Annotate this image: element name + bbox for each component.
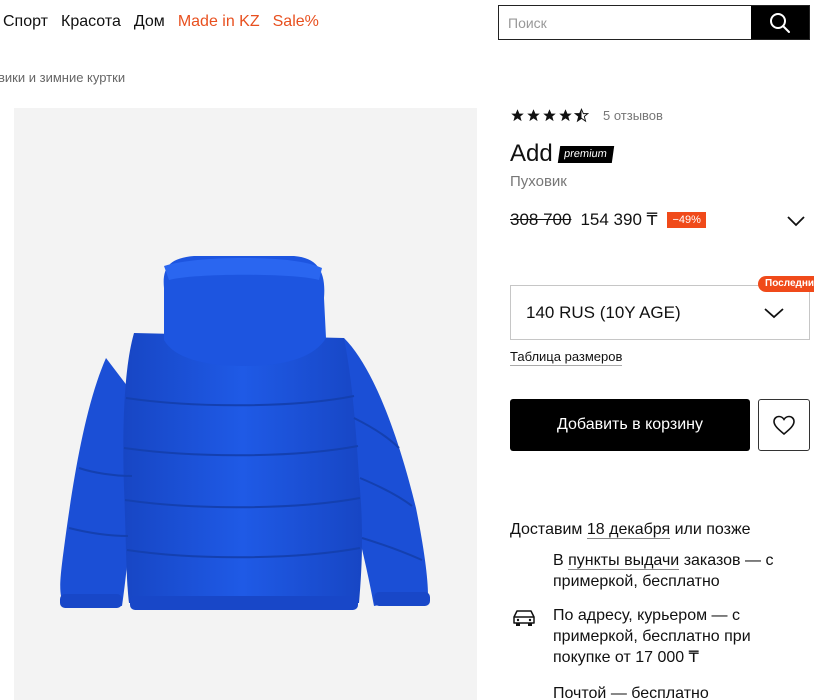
star-half-icon	[574, 108, 589, 123]
old-price: 308 700	[510, 210, 572, 229]
size-table-link[interactable]: Таблица размеров	[510, 349, 623, 366]
heart-icon	[773, 415, 795, 436]
reviews-count[interactable]: 5 отзывов	[603, 108, 663, 123]
search-icon	[770, 12, 790, 33]
delivery-prefix: Доставим	[510, 521, 583, 538]
brand-name[interactable]: Add	[510, 140, 553, 168]
nav-item-sport[interactable]: Спорт	[3, 13, 48, 31]
delivery-option-post: Почтой — бесплатно	[553, 685, 709, 700]
favorite-button[interactable]	[758, 399, 810, 451]
delivery-option-courier: По адресу, курьером — с примеркой, беспл…	[553, 607, 751, 666]
size-select-value: 140 RUS (10Y AGE)	[526, 302, 681, 322]
current-price: 154 390 ₸	[580, 210, 658, 229]
size-select[interactable]: 140 RUS (10Y AGE)	[510, 285, 810, 340]
nav-item-home[interactable]: Дом	[134, 13, 165, 31]
nav-item-made-in-kz[interactable]: Made in KZ	[178, 13, 260, 31]
price-details-toggle[interactable]	[786, 214, 806, 233]
product-image[interactable]	[14, 108, 477, 700]
product-rating[interactable]: 5 отзывов	[510, 108, 663, 123]
pickup-prefix: В	[553, 552, 564, 569]
search-input[interactable]	[499, 6, 751, 39]
pickup-points-link[interactable]: пункты выдачи	[568, 552, 680, 570]
star-icon	[527, 109, 540, 122]
product-type: Пуховик	[510, 173, 567, 190]
delivery-option-pickup: В пункты выдачи заказов — с примеркой, б…	[553, 550, 803, 592]
search-bar	[498, 5, 810, 40]
star-icon	[543, 109, 556, 122]
delivery-date: Доставим 18 декабря или позже	[510, 521, 751, 539]
delivery-date-link[interactable]: 18 декабря	[586, 521, 671, 539]
add-to-cart-button[interactable]: Добавить в корзину	[510, 399, 750, 451]
top-nav: Спорт Красота Дом Made in KZ Sale%	[0, 0, 319, 44]
discount-badge: −49%	[667, 212, 706, 228]
car-icon	[513, 610, 535, 626]
star-icon	[559, 109, 572, 122]
breadcrumb[interactable]: вики и зимние куртки	[0, 70, 125, 85]
price-row: 308 700 154 390 ₸ −49%	[510, 210, 706, 230]
brand-row: Add premium	[510, 140, 614, 168]
search-button[interactable]	[751, 6, 809, 39]
chevron-down-icon	[787, 216, 805, 227]
nav-item-sale[interactable]: Sale%	[273, 13, 319, 31]
rating-stars	[510, 108, 589, 123]
delivery-suffix: или позже	[674, 521, 751, 538]
star-icon	[511, 109, 524, 122]
jacket-illustration	[60, 256, 430, 610]
nav-item-beauty[interactable]: Красота	[61, 13, 121, 31]
last-item-badge: Последний	[758, 276, 814, 292]
premium-badge: premium	[557, 145, 614, 163]
chevron-down-icon	[764, 308, 784, 319]
